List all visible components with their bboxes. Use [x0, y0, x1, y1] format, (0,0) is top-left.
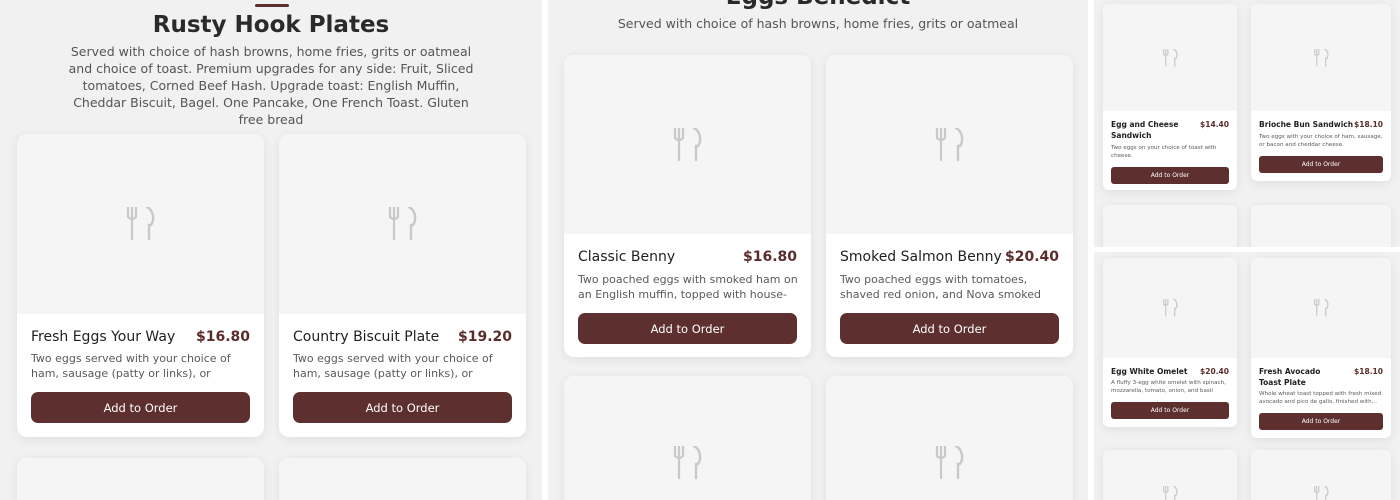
add-to-order-button[interactable]: Add to Order	[1259, 413, 1383, 430]
item-price: $14.40	[1200, 120, 1229, 129]
item-name: Fresh Eggs Your Way	[31, 329, 176, 345]
item-image-placeholder	[17, 458, 264, 500]
item-name: Classic Benny	[578, 249, 676, 265]
menu-item-card-partial[interactable]	[826, 376, 1073, 500]
menu-item-card-partial[interactable]	[1251, 450, 1391, 500]
item-description: Two poached eggs with tomatoes, shaved r…	[840, 273, 1041, 303]
menu-item-card[interactable]: Country Biscuit Plate $19.20 Two eggs se…	[279, 134, 526, 437]
menu-item-card[interactable]: Egg White Omelet $20.40 A fluffy 3-egg w…	[1103, 258, 1237, 427]
item-image-placeholder	[17, 134, 264, 314]
section-rusty-hook-plates: Rusty Hook Plates Served with choice of …	[0, 0, 542, 500]
item-description: Two eggs on your choice of toast with ch…	[1111, 145, 1217, 159]
add-to-order-button[interactable]: Add to Order	[578, 313, 797, 344]
item-name: Fresh Avocado Toast Plate	[1259, 367, 1321, 387]
menu-item-card-partial[interactable]	[1251, 205, 1391, 247]
item-image-placeholder	[1103, 258, 1237, 358]
fork-knife-icon	[1313, 299, 1329, 317]
fork-knife-icon	[935, 446, 963, 480]
item-image-placeholder	[279, 134, 526, 314]
item-image-placeholder	[1103, 4, 1237, 111]
menu-item-card[interactable]: Fresh Avocado Toast Plate $18.10 Whole w…	[1251, 258, 1391, 438]
section-title: Eggs Benedict	[548, 0, 1088, 10]
item-image-placeholder	[1251, 450, 1391, 500]
item-image-placeholder	[564, 376, 811, 500]
fork-knife-icon	[1313, 486, 1329, 500]
item-image-placeholder	[1251, 205, 1391, 247]
add-to-order-button[interactable]: Add to Order	[31, 392, 250, 423]
item-name: Egg White Omelet	[1111, 367, 1188, 376]
item-price: $20.40	[1004, 249, 1059, 265]
menu-item-card[interactable]: Fresh Eggs Your Way $16.80 Two eggs serv…	[17, 134, 264, 437]
fork-knife-icon	[126, 207, 154, 241]
fork-knife-icon	[673, 127, 701, 161]
menu-item-card-partial[interactable]	[564, 376, 811, 500]
item-image-placeholder	[564, 55, 811, 234]
menu-item-card[interactable]: Classic Benny $16.80 Two poached eggs wi…	[564, 55, 811, 357]
menu-item-card[interactable]: Egg and Cheese Sandwich $14.40 Two eggs …	[1103, 4, 1237, 190]
item-price: $16.80	[195, 329, 250, 345]
item-price: $19.20	[457, 329, 512, 345]
item-description: Two eggs served with your choice of ham,…	[293, 352, 493, 382]
item-name: Country Biscuit Plate	[293, 329, 440, 345]
item-image-placeholder	[1251, 258, 1391, 358]
item-image-placeholder	[279, 458, 526, 500]
item-description: Two eggs served with your choice of ham,…	[31, 352, 231, 382]
menu-item-card-partial[interactable]	[1103, 205, 1237, 247]
item-description: Whole wheat toast topped with fresh mixe…	[1259, 391, 1382, 405]
fork-knife-icon	[1162, 486, 1178, 500]
menu-item-card-partial[interactable]	[1103, 450, 1237, 500]
section-description: Served with choice of hash browns, home …	[617, 16, 1019, 31]
menu-item-card-partial[interactable]	[17, 458, 264, 500]
fork-knife-icon	[935, 127, 963, 161]
menu-item-card[interactable]: Brioche Bun Sandwich $18.10 Two eggs wit…	[1251, 4, 1391, 181]
fork-knife-icon	[1162, 299, 1178, 317]
menu-item-card[interactable]: Smoked Salmon Benny $20.40 Two poached e…	[826, 55, 1073, 357]
section-accent-bar	[255, 4, 289, 7]
item-description: Two eggs with your choice of ham, sausag…	[1259, 134, 1383, 148]
item-image-placeholder	[1103, 205, 1237, 247]
menu-item-card-partial[interactable]	[279, 458, 526, 500]
section-description: Served with choice of hash browns, home …	[68, 44, 474, 127]
item-name: Brioche Bun Sandwich	[1259, 120, 1354, 129]
item-image-placeholder	[1251, 4, 1391, 111]
item-price: $16.80	[742, 249, 797, 265]
item-image-placeholder	[1103, 450, 1237, 500]
section-sandwiches-thumb: Egg and Cheese Sandwich $14.40 Two eggs …	[1094, 0, 1400, 247]
add-to-order-button[interactable]: Add to Order	[1259, 156, 1383, 173]
section-omelets-thumb: Egg White Omelet $20.40 A fluffy 3-egg w…	[1094, 252, 1400, 500]
add-to-order-button[interactable]: Add to Order	[840, 313, 1059, 344]
section-title: Rusty Hook Plates	[152, 12, 390, 38]
item-image-placeholder	[826, 376, 1073, 500]
add-to-order-button[interactable]: Add to Order	[293, 392, 512, 423]
fork-knife-icon	[1313, 48, 1329, 67]
fork-knife-icon	[673, 446, 701, 480]
item-price: $18.10	[1354, 367, 1383, 376]
item-name: Smoked Salmon Benny	[840, 249, 1002, 265]
item-name: Egg and Cheese Sandwich	[1111, 120, 1179, 140]
item-image-placeholder	[826, 55, 1073, 234]
item-price: $20.40	[1200, 367, 1229, 376]
add-to-order-button[interactable]: Add to Order	[1111, 167, 1229, 184]
section-eggs-benedict: Eggs Benedict Served with choice of hash…	[548, 0, 1088, 500]
item-description: Two poached eggs with smoked ham on an E…	[578, 273, 798, 303]
item-description: A fluffy 3-egg white omelet with spinach…	[1111, 380, 1226, 394]
fork-knife-icon	[388, 207, 416, 241]
item-price: $18.10	[1354, 120, 1383, 129]
add-to-order-button[interactable]: Add to Order	[1111, 402, 1229, 419]
fork-knife-icon	[1162, 48, 1178, 67]
